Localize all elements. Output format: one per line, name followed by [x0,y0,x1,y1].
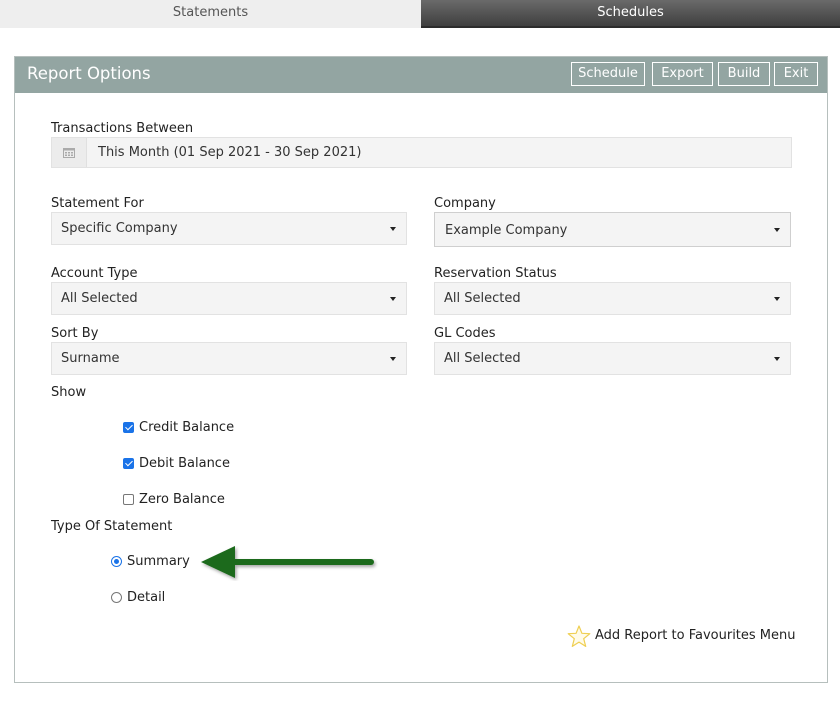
exit-button[interactable]: Exit [774,62,818,86]
zero-balance-label[interactable]: Zero Balance [139,492,225,507]
date-range-value: This Month (01 Sep 2021 - 30 Sep 2021) [98,145,362,160]
report-options-panel: Report Options Schedule Export Build Exi… [14,56,828,683]
account-type-label: Account Type [51,266,138,281]
credit-balance-checkbox[interactable] [123,422,134,433]
reservation-status-value: All Selected [444,291,521,306]
show-label: Show [51,385,87,400]
statement-for-select[interactable]: Specific Company [51,212,407,245]
annotation-arrow-icon [201,546,374,578]
reservation-status-label: Reservation Status [434,266,557,281]
statement-for-value: Specific Company [61,221,178,236]
add-to-favourites-link[interactable]: Add Report to Favourites Menu [595,628,796,643]
chevron-down-icon [774,228,780,232]
transactions-between-label: Transactions Between [51,121,194,136]
company-select[interactable]: Example Company [434,212,791,247]
company-label: Company [434,196,496,211]
tab-statements[interactable]: Statements [0,0,421,28]
chevron-down-icon [390,357,396,361]
detail-label[interactable]: Detail [127,590,165,605]
account-type-select[interactable]: All Selected [51,282,407,315]
summary-label[interactable]: Summary [127,554,190,569]
star-icon[interactable] [567,625,591,648]
date-range-field[interactable]: This Month (01 Sep 2021 - 30 Sep 2021) [51,137,792,168]
reservation-status-select[interactable]: All Selected [434,282,791,315]
chevron-down-icon [774,357,780,361]
chevron-down-icon [390,297,396,301]
sort-by-select[interactable]: Surname [51,342,407,375]
report-tabs: Statements Schedules [0,0,840,28]
debit-balance-label[interactable]: Debit Balance [139,456,230,471]
statement-for-label: Statement For [51,196,144,211]
export-button[interactable]: Export [652,62,713,86]
calendar-button[interactable] [52,138,87,167]
gl-codes-select[interactable]: All Selected [434,342,791,375]
panel-title: Report Options [27,64,151,83]
statement-type-label: Type Of Statement [51,519,173,534]
sort-by-value: Surname [61,351,120,366]
credit-balance-label[interactable]: Credit Balance [139,420,234,435]
tab-schedules[interactable]: Schedules [421,0,840,28]
chevron-down-icon [390,227,396,231]
summary-radio[interactable] [111,556,122,567]
sort-by-label: Sort By [51,326,99,341]
schedule-button[interactable]: Schedule [571,62,645,86]
zero-balance-checkbox[interactable] [123,494,134,505]
chevron-down-icon [774,297,780,301]
gl-codes-label: GL Codes [434,326,496,341]
account-type-value: All Selected [61,291,138,306]
detail-radio[interactable] [111,592,122,603]
panel-header: Report Options Schedule Export Build Exi… [15,57,827,93]
calendar-icon [63,148,75,158]
gl-codes-value: All Selected [444,351,521,366]
build-button[interactable]: Build [718,62,770,86]
debit-balance-checkbox[interactable] [123,458,134,469]
company-value: Example Company [445,223,568,238]
